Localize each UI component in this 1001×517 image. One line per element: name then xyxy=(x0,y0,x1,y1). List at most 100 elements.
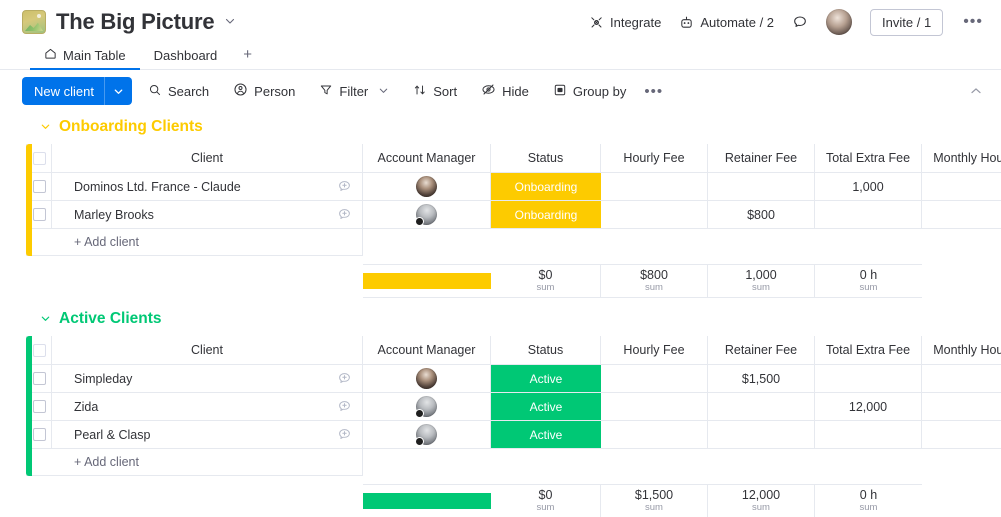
cell-client[interactable]: Marley Brooks xyxy=(52,201,363,229)
column-header-monthly-hours[interactable]: Monthly Hours xyxy=(922,336,1001,365)
cell-client[interactable]: Simpleday xyxy=(52,365,363,393)
add-client-row[interactable]: + Add client xyxy=(26,229,1001,256)
group-header: Active Clients xyxy=(40,304,1001,336)
toolbar-more-button[interactable]: ••• xyxy=(644,83,663,100)
add-update-icon[interactable] xyxy=(337,207,352,222)
column-header-status[interactable]: Status xyxy=(491,144,601,173)
summary-retainer-fee[interactable]: $800 sum xyxy=(601,264,708,298)
summary-total-extra-fee[interactable]: 1,000 sum xyxy=(708,264,815,298)
cell-total-extra-fee[interactable]: 1,000 xyxy=(815,173,922,201)
cell-monthly-hours[interactable] xyxy=(922,173,1001,201)
table-row[interactable]: Marley Brooks Onboarding $800 xyxy=(26,201,1001,229)
add-update-icon[interactable] xyxy=(337,427,352,442)
chevron-down-icon[interactable] xyxy=(378,84,389,99)
cell-account-manager[interactable] xyxy=(363,201,491,229)
column-header-monthly-hours[interactable]: Monthly Hours xyxy=(922,144,1001,173)
add-client-row[interactable]: + Add client xyxy=(26,449,1001,476)
cell-status[interactable]: Active xyxy=(491,393,601,421)
tab-dashboard[interactable]: Dashboard xyxy=(140,48,232,69)
invite-button[interactable]: Invite / 1 xyxy=(870,8,944,36)
chevron-down-icon[interactable] xyxy=(105,86,132,97)
summary-total-extra-fee[interactable]: 12,000 sum xyxy=(708,484,815,517)
cell-status[interactable]: Onboarding xyxy=(491,201,601,229)
cell-client[interactable]: Zida xyxy=(52,393,363,421)
summary-hourly-fee[interactable]: $0 sum xyxy=(491,264,601,298)
sort-button[interactable]: Sort xyxy=(405,79,465,104)
search-button[interactable]: Search xyxy=(140,79,217,104)
add-client-button[interactable]: + Add client xyxy=(52,229,363,256)
robot-icon xyxy=(679,15,694,30)
cell-status[interactable]: Active xyxy=(491,421,601,449)
new-client-button[interactable]: New client xyxy=(22,77,132,105)
column-header-hourly-fee[interactable]: Hourly Fee xyxy=(601,144,708,173)
cell-retainer-fee[interactable]: $800 xyxy=(708,201,815,229)
column-header-account-manager[interactable]: Account Manager xyxy=(363,336,491,365)
summary-retainer-fee[interactable]: $1,500 sum xyxy=(601,484,708,517)
cell-client[interactable]: Dominos Ltd. France - Claude xyxy=(52,173,363,201)
cell-status[interactable]: Active xyxy=(491,365,601,393)
table-row[interactable]: Simpleday Active $1,500 xyxy=(26,365,1001,393)
chevron-up-icon[interactable] xyxy=(965,80,987,102)
summary-status-bar[interactable] xyxy=(363,484,491,517)
automate-button[interactable]: Automate / 2 xyxy=(679,15,774,30)
column-header-client[interactable]: Client xyxy=(52,336,363,365)
add-update-icon[interactable] xyxy=(337,399,352,414)
add-client-button[interactable]: + Add client xyxy=(52,449,363,476)
hide-button[interactable]: Hide xyxy=(473,78,537,104)
cell-hourly-fee[interactable] xyxy=(601,393,708,421)
column-header-retainer-fee[interactable]: Retainer Fee xyxy=(708,336,815,365)
cell-hourly-fee[interactable] xyxy=(601,201,708,229)
add-update-icon[interactable] xyxy=(337,371,352,386)
summary-status-bar[interactable] xyxy=(363,264,491,298)
cell-monthly-hours[interactable] xyxy=(922,365,1001,393)
summary-monthly-hours[interactable]: 0 h sum xyxy=(815,264,922,298)
integrate-icon xyxy=(589,15,604,30)
column-header-client[interactable]: Client xyxy=(52,144,363,173)
cell-account-manager[interactable] xyxy=(363,173,491,201)
summary-hourly-fee[interactable]: $0 sum xyxy=(491,484,601,517)
cell-retainer-fee[interactable] xyxy=(708,393,815,421)
cell-total-extra-fee[interactable]: 12,000 xyxy=(815,393,922,421)
cell-total-extra-fee[interactable] xyxy=(815,365,922,393)
column-header-retainer-fee[interactable]: Retainer Fee xyxy=(708,144,815,173)
chevron-down-icon[interactable] xyxy=(40,313,51,326)
chevron-down-icon[interactable] xyxy=(224,15,236,29)
add-update-icon[interactable] xyxy=(337,179,352,194)
cell-hourly-fee[interactable] xyxy=(601,365,708,393)
cell-account-manager[interactable] xyxy=(363,365,491,393)
chevron-down-icon[interactable] xyxy=(40,121,51,134)
cell-total-extra-fee[interactable] xyxy=(815,421,922,449)
column-header-status[interactable]: Status xyxy=(491,336,601,365)
table-row[interactable]: Pearl & Clasp Active xyxy=(26,421,1001,449)
cell-account-manager[interactable] xyxy=(363,393,491,421)
chat-button[interactable] xyxy=(792,14,808,30)
board-title-group[interactable]: The Big Picture xyxy=(22,10,236,34)
column-header-total-extra-fee[interactable]: Total Extra Fee xyxy=(815,144,922,173)
table-row[interactable]: Zida Active 12,000 xyxy=(26,393,1001,421)
filter-button[interactable]: Filter xyxy=(311,79,397,104)
cell-retainer-fee[interactable] xyxy=(708,421,815,449)
cell-monthly-hours[interactable] xyxy=(922,201,1001,229)
cell-monthly-hours[interactable] xyxy=(922,393,1001,421)
group-by-button[interactable]: Group by xyxy=(545,79,634,104)
cell-client[interactable]: Pearl & Clasp xyxy=(52,421,363,449)
column-header-hourly-fee[interactable]: Hourly Fee xyxy=(601,336,708,365)
table-row[interactable]: Dominos Ltd. France - Claude Onboarding 1,… xyxy=(26,173,1001,201)
cell-retainer-fee[interactable]: $1,500 xyxy=(708,365,815,393)
cell-hourly-fee[interactable] xyxy=(601,421,708,449)
person-filter-button[interactable]: Person xyxy=(225,78,303,104)
cell-monthly-hours[interactable] xyxy=(922,421,1001,449)
integrate-button[interactable]: Integrate xyxy=(589,15,661,30)
column-header-total-extra-fee[interactable]: Total Extra Fee xyxy=(815,336,922,365)
column-header-account-manager[interactable]: Account Manager xyxy=(363,144,491,173)
more-options-button[interactable]: ••• xyxy=(961,13,985,31)
cell-hourly-fee[interactable] xyxy=(601,173,708,201)
add-view-button[interactable]: + xyxy=(231,46,264,69)
cell-retainer-fee[interactable] xyxy=(708,173,815,201)
avatar[interactable] xyxy=(826,9,853,35)
cell-total-extra-fee[interactable] xyxy=(815,201,922,229)
cell-status[interactable]: Onboarding xyxy=(491,173,601,201)
tab-main-table[interactable]: Main Table xyxy=(30,47,140,70)
cell-account-manager[interactable] xyxy=(363,421,491,449)
summary-monthly-hours[interactable]: 0 h sum xyxy=(815,484,922,517)
